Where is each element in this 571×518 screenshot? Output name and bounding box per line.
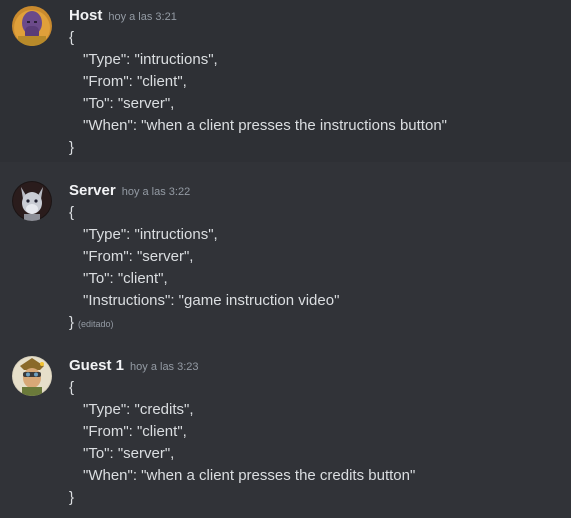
json-line: "To": "server", (83, 445, 175, 462)
goggles-character-avatar-icon (12, 356, 52, 396)
json-line: "Instructions": "game instruction video" (83, 292, 340, 309)
json-close-line: } (editado) (69, 312, 339, 334)
grey-creature-avatar-icon (12, 181, 52, 221)
json-line: "Type": "intructions", (83, 226, 218, 243)
message-content: { "Type": "credits", "From": "client", "… (69, 377, 415, 509)
timestamp: hoy a las 3:21 (108, 11, 177, 23)
username[interactable]: Guest 1 (69, 357, 124, 374)
json-open-brace: { (69, 204, 75, 221)
json-line: "From": "server", (83, 248, 194, 265)
json-line: "From": "client", (83, 73, 187, 90)
avatar-host[interactable] (12, 6, 52, 46)
message-guest-1[interactable]: Guest 1 hoy a las 3:23 { "Type": "credits… (0, 350, 571, 518)
json-open-brace: { (69, 29, 75, 46)
json-close-brace: } (69, 139, 75, 156)
timestamp: hoy a las 3:22 (121, 186, 191, 198)
json-line: "From": "client", (83, 423, 187, 440)
avatar-server[interactable] (12, 181, 52, 221)
message-content: { "Type": "intructions", "From": "server… (69, 202, 339, 334)
username[interactable]: Host (69, 7, 102, 24)
json-close-brace: } (69, 489, 75, 506)
message-server[interactable]: Server hoy a las 3:22 { "Type": "intructi… (0, 175, 571, 340)
avatar-guest-1[interactable] (12, 356, 52, 396)
json-line: "To": "server", (83, 95, 175, 112)
message-content: { "Type": "intructions", "From": "client… (69, 27, 447, 159)
username[interactable]: Server (69, 182, 116, 199)
json-line: "When": "when a client presses the instr… (83, 117, 447, 134)
json-open-brace: { (69, 379, 75, 396)
json-line: "To": "client", (83, 270, 168, 287)
message-host[interactable]: Host hoy a las 3:21 { "Type": "intruction… (0, 0, 571, 162)
timestamp: hoy a las 3:23 (130, 361, 199, 373)
json-close-brace: } (69, 314, 75, 331)
json-line: "When": "when a client presses the credi… (83, 467, 416, 484)
edited-label: (editado) (78, 319, 114, 329)
purple-titan-avatar-icon (12, 6, 52, 46)
json-line: "Type": "intructions", (83, 51, 218, 68)
json-line: "Type": "credits", (83, 401, 194, 418)
